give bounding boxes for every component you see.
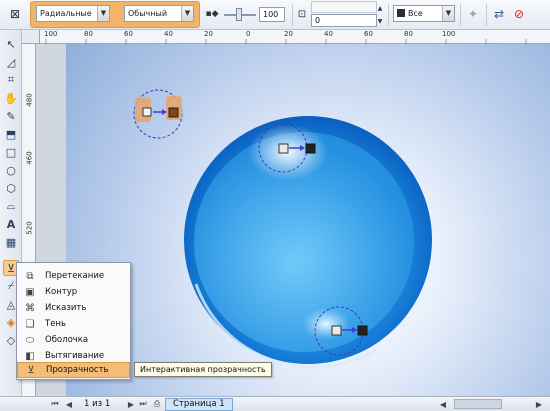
- ruler-ticks: [45, 39, 527, 44]
- freehand-tool-icon[interactable]: ✎: [3, 108, 19, 124]
- tooltip: Интерактивная прозрачность: [134, 362, 272, 377]
- rectangle-tool-icon[interactable]: □: [3, 144, 19, 160]
- chevron-down-icon[interactable]: ▼: [442, 6, 454, 21]
- flyout-item-label: Вытягивание: [45, 351, 105, 361]
- ruler-label: 20: [204, 30, 213, 38]
- flyout-item-label: Прозрачность: [46, 365, 109, 375]
- smart-fill-tool-icon[interactable]: ⬒: [3, 126, 19, 142]
- copy-transparency-icon[interactable]: ⇄: [490, 5, 508, 23]
- start-node[interactable]: [278, 143, 289, 154]
- toolbar-separator: [460, 4, 461, 26]
- shape-tool-icon[interactable]: ◿: [3, 54, 19, 70]
- scroll-right-icon[interactable]: ▶: [534, 399, 544, 409]
- chevron-down-icon[interactable]: ▼: [97, 6, 109, 21]
- flyout-item-transparency[interactable]: ⊻ Прозрачность: [17, 362, 130, 378]
- ruler-label: 40: [164, 30, 173, 38]
- ruler-label: 60: [124, 30, 133, 38]
- flyout-item-label: Тень: [45, 319, 66, 329]
- apply-to-value: Все: [408, 9, 423, 18]
- spin-down-icon[interactable]: ▼: [376, 15, 384, 27]
- angle-field[interactable]: [311, 1, 377, 13]
- interactive-tools-flyout: ⧉ Перетекание ▣ Контур ⌘ Исказить ❑ Тень…: [16, 262, 131, 380]
- flyout-item-label: Контур: [45, 287, 78, 297]
- ruler-label: 480: [25, 93, 34, 107]
- toolbar-separator: [388, 4, 389, 26]
- polygon-tool-icon[interactable]: ⬡: [3, 180, 19, 196]
- start-node[interactable]: [142, 107, 152, 117]
- property-bar: ⊠ Радиальные ▼ Обычный ▼ ▪◆ 100 ⊡ 0 ▲ ▼ …: [0, 0, 550, 30]
- ruler-label: 0: [246, 30, 251, 38]
- table-tool-icon[interactable]: ▦: [3, 234, 19, 250]
- apply-to-dropdown[interactable]: Все ▼: [393, 5, 455, 22]
- crop-tool-icon[interactable]: ⌗: [3, 72, 19, 88]
- clear-transparency-icon[interactable]: ⊘: [510, 5, 528, 23]
- extrude-icon: ◧: [25, 350, 35, 362]
- merge-mode-value: Обычный: [128, 9, 168, 18]
- transparency-type-value: Радиальные: [40, 9, 92, 18]
- chevron-down-icon[interactable]: ▼: [181, 6, 193, 21]
- horizontal-ruler[interactable]: 100 80 60 40 20 0 20 40 60 80 100: [40, 30, 550, 44]
- toolbar-separator: [486, 4, 487, 26]
- envelope-icon: ⬭: [25, 334, 35, 346]
- blue-sphere[interactable]: [184, 116, 432, 369]
- flyout-item-label: Оболочка: [45, 335, 89, 345]
- transparency-type-dropdown[interactable]: Радиальные ▼: [36, 5, 110, 22]
- flyout-item-distort[interactable]: ⌘ Исказить: [17, 300, 130, 316]
- flyout-item-drop-shadow[interactable]: ❑ Тень: [17, 316, 130, 332]
- freeze-icon[interactable]: ✦: [464, 5, 482, 23]
- prev-page-icon[interactable]: ◀: [64, 399, 74, 409]
- spin-up-icon[interactable]: ▲: [376, 2, 384, 14]
- scroll-left-icon[interactable]: ◀: [438, 399, 448, 409]
- ruler-label: 460: [25, 151, 34, 165]
- text-tool-icon[interactable]: A: [3, 216, 19, 232]
- ruler-label: 520: [25, 221, 34, 235]
- first-page-icon[interactable]: ⏮: [50, 399, 60, 409]
- ruler-label: 100: [442, 30, 456, 38]
- transparency-tool-icon[interactable]: ⊠: [6, 5, 24, 23]
- transparency-handle-group-ghost[interactable]: [133, 89, 183, 139]
- page-tab[interactable]: Страница 1: [165, 398, 233, 411]
- ruler-corner[interactable]: [22, 30, 40, 44]
- ruler-label: 20: [284, 30, 293, 38]
- ruler-label: 80: [84, 30, 93, 38]
- transparency-icon: ⊻: [27, 364, 35, 376]
- drop-shadow-icon: ❑: [25, 318, 35, 330]
- opacity-icon: ▪◆: [205, 9, 219, 19]
- flyout-item-blend[interactable]: ⧉ Перетекание: [17, 268, 130, 284]
- flyout-item-label: Перетекание: [45, 271, 105, 281]
- ruler-label: 100: [44, 30, 58, 38]
- zoom-tool-icon[interactable]: ✋: [3, 90, 19, 106]
- fill-swatch-icon: [397, 9, 405, 17]
- pick-tool-icon[interactable]: ↖: [3, 36, 19, 52]
- end-node[interactable]: [357, 325, 368, 336]
- flyout-item-envelope[interactable]: ⬭ Оболочка: [17, 332, 130, 348]
- edge-pad-icon: ⊡: [297, 8, 307, 20]
- flyout-item-label: Исказить: [45, 303, 87, 313]
- ruler-label: 40: [324, 30, 333, 38]
- add-page-icon[interactable]: ⎙: [152, 399, 162, 409]
- basic-shapes-tool-icon[interactable]: ⌓: [3, 198, 19, 214]
- next-page-icon[interactable]: ▶: [126, 399, 136, 409]
- page-counter: 1 из 1: [84, 399, 111, 409]
- ruler-label: 60: [364, 30, 373, 38]
- start-node[interactable]: [331, 325, 342, 336]
- ellipse-tool-icon[interactable]: ○: [3, 162, 19, 178]
- distort-icon: ⌘: [25, 302, 35, 314]
- opacity-input[interactable]: 100: [259, 7, 285, 22]
- last-page-icon[interactable]: ⏭: [138, 399, 148, 409]
- ruler-label: 80: [404, 30, 413, 38]
- blend-icon: ⧉: [26, 270, 34, 282]
- status-bar: ⏮ ◀ 1 из 1 ▶ ⏭ ⎙ Страница 1 ◀ ▶: [0, 396, 550, 411]
- contour-icon: ▣: [25, 286, 35, 298]
- flyout-item-contour[interactable]: ▣ Контур: [17, 284, 130, 300]
- horizontal-scrollbar-thumb[interactable]: [454, 399, 502, 409]
- end-node[interactable]: [168, 107, 179, 118]
- end-node[interactable]: [305, 143, 316, 154]
- merge-mode-dropdown[interactable]: Обычный ▼: [124, 5, 194, 22]
- opacity-slider-thumb[interactable]: [236, 8, 242, 21]
- edge-pad-input[interactable]: 0: [311, 14, 377, 27]
- sphere-sparkle: [302, 308, 350, 340]
